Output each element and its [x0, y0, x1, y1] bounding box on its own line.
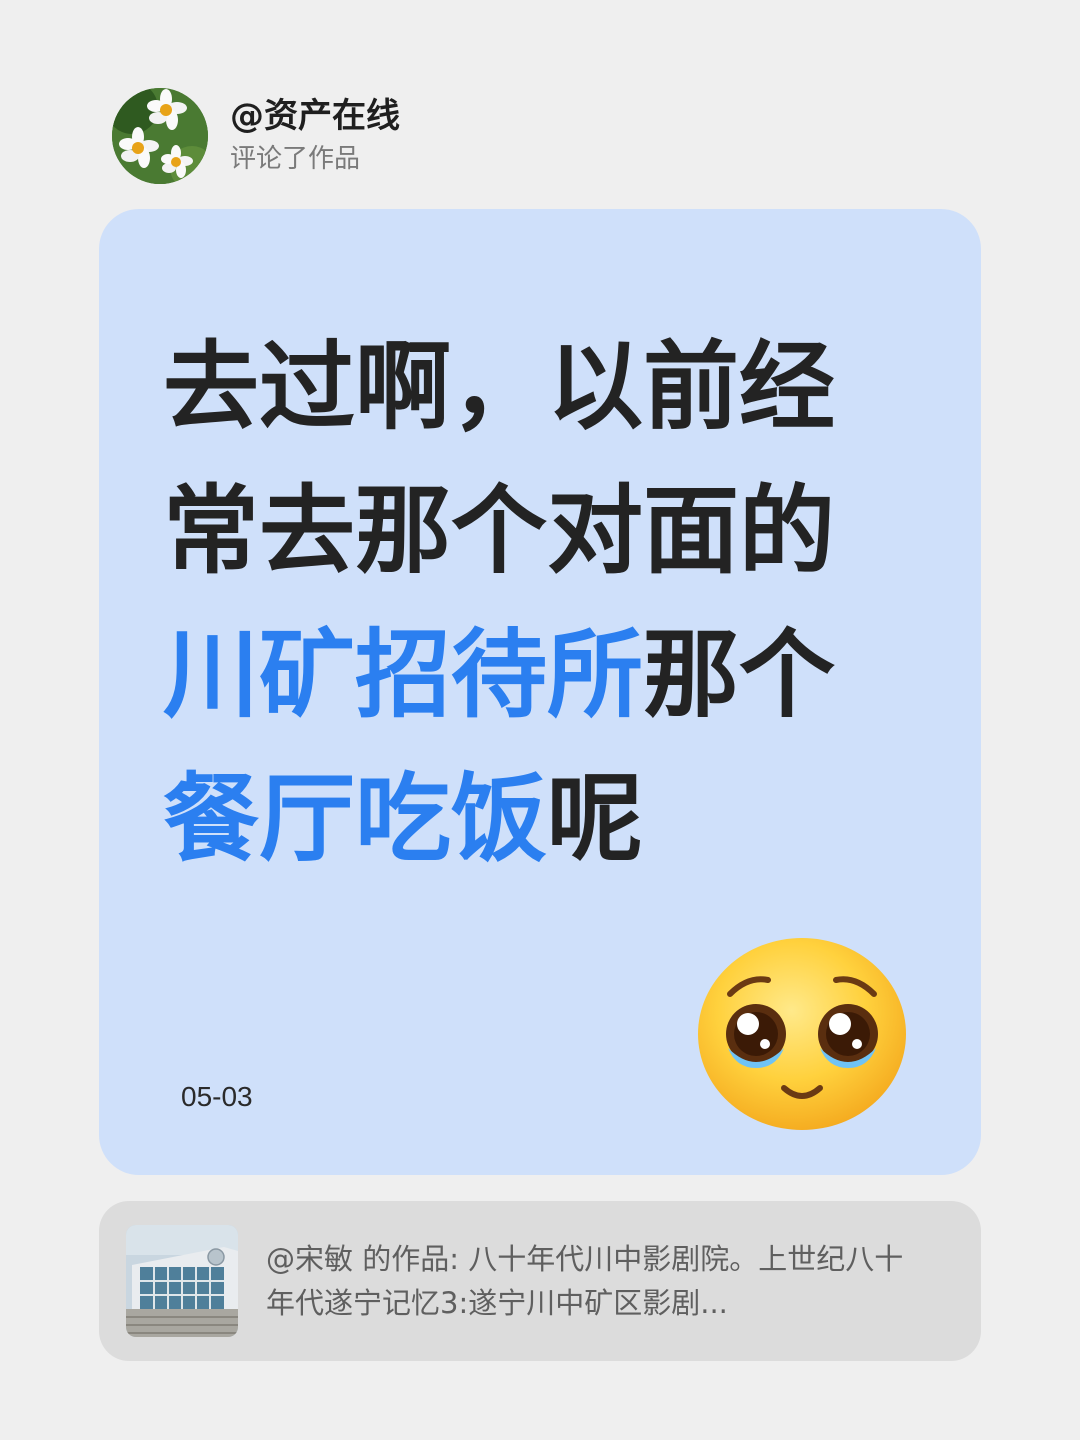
comment-segment: 那个	[643, 619, 835, 731]
page: @资产在线 评论了作品 去过啊，以前经常去那个对面的川矿招待所那个餐厅吃饭呢 0…	[0, 0, 1080, 1440]
pleading-face-icon	[696, 936, 908, 1132]
building-thumbnail-icon	[126, 1225, 238, 1337]
source-work-description: @宋敏 的作品: 八十年代川中影剧院。上世纪八十年代遂宁记忆3:遂宁川中矿区影剧…	[266, 1242, 904, 1320]
comment-header: @资产在线 评论了作品	[112, 88, 400, 184]
avatar[interactable]	[112, 88, 208, 184]
daisy-flowers-icon	[112, 88, 208, 184]
comment-highlight: 餐厅吃饭	[163, 763, 547, 875]
username[interactable]: @资产在线	[230, 97, 400, 135]
comment-segment: 去过啊，以前经常去那个对面的	[163, 331, 835, 587]
comment-text: 去过啊，以前经常去那个对面的川矿招待所那个餐厅吃饭呢	[163, 315, 923, 891]
user-meta: @资产在线 评论了作品	[230, 97, 400, 175]
comment-segment: 呢	[547, 763, 643, 875]
comment-highlight: 川矿招待所	[163, 619, 643, 731]
action-label: 评论了作品	[230, 144, 361, 175]
source-work-card[interactable]: @宋敏 的作品: 八十年代川中影剧院。上世纪八十年代遂宁记忆3:遂宁川中矿区影剧…	[99, 1201, 981, 1361]
comment-date: 05-03	[181, 1081, 253, 1112]
comment-card: 去过啊，以前经常去那个对面的川矿招待所那个餐厅吃饭呢 05-03	[99, 209, 981, 1175]
